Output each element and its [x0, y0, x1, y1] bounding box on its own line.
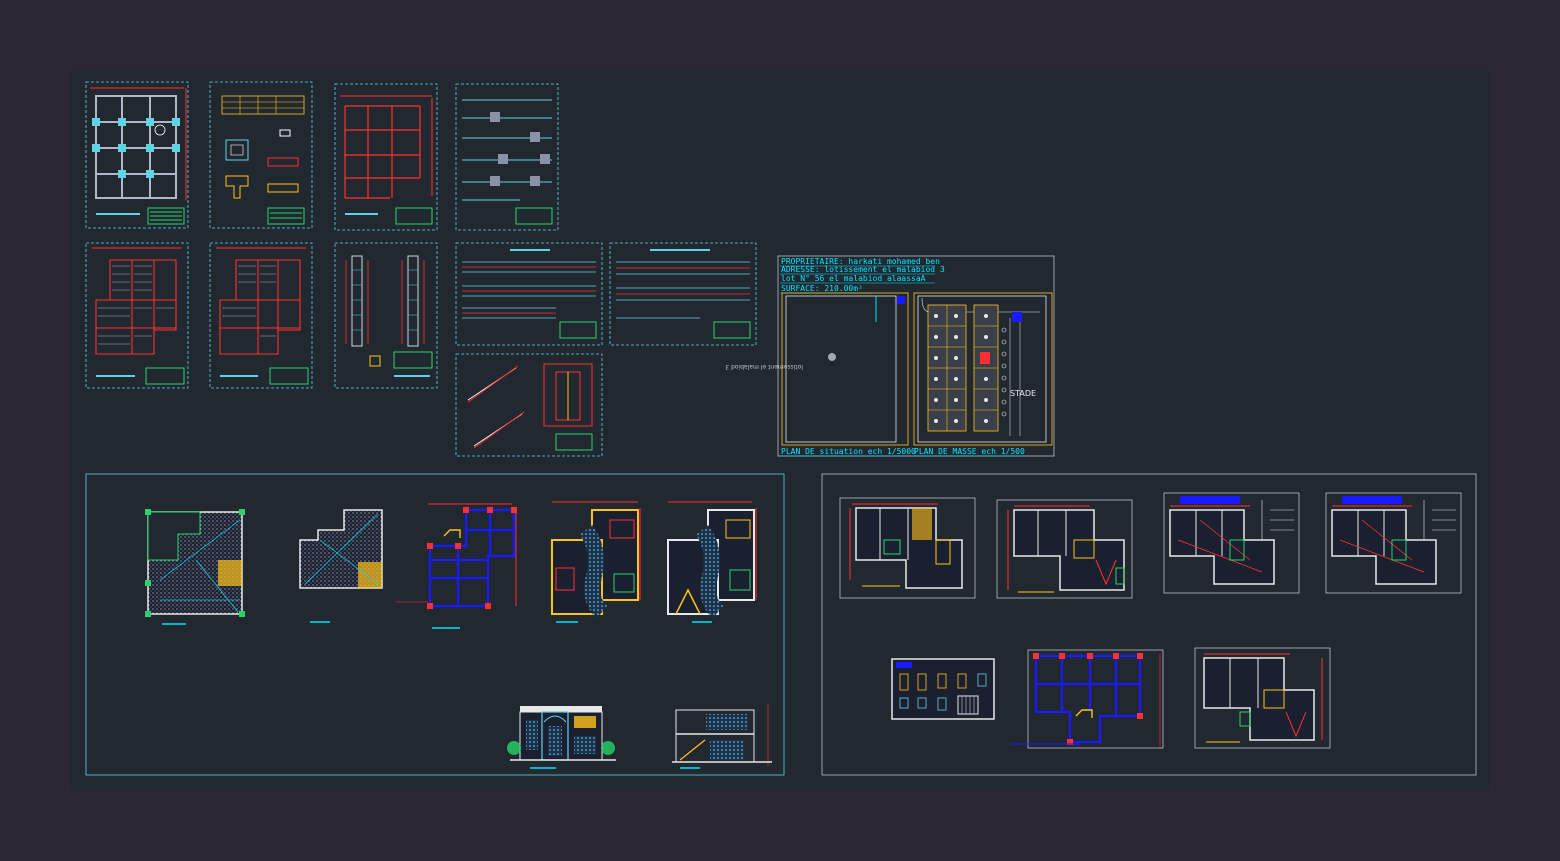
sheet-slab-plan-2[interactable] [209, 242, 313, 389]
variant-plan-4[interactable] [1325, 492, 1462, 594]
mirrored-note: lotissement el malabiod 3 [725, 363, 803, 370]
address-line: ADRESSE: lotissement el malabiod 3 [781, 265, 945, 274]
situation-plan[interactable]: lotissement el malabiod 3 PLAN DE situat… [725, 292, 916, 457]
architectural-layout[interactable] [85, 473, 785, 776]
sheet-slab-plan-1[interactable] [85, 242, 189, 389]
sheet-beam-schedule[interactable] [455, 242, 603, 346]
sheet-beam-details[interactable] [455, 83, 559, 231]
variant-plan-1[interactable] [839, 497, 976, 599]
location-marker-icon [828, 353, 836, 361]
foundation-plan-view[interactable] [396, 503, 517, 629]
section-view[interactable] [672, 704, 772, 769]
ground-floor-plan[interactable] [551, 501, 641, 623]
variant-foundation-plan[interactable] [1010, 649, 1164, 749]
sheet-foundation-plan[interactable] [85, 81, 189, 229]
sheet-stair-details[interactable] [455, 353, 603, 457]
variant-plan-3[interactable] [1163, 492, 1300, 594]
lot-line: lot N° 56 el malabiod alaassaA [781, 274, 926, 283]
front-elevation[interactable] [507, 706, 616, 769]
masse-caption: PLAN DE MASSE ech 1/500 [914, 447, 1025, 456]
masse-plan[interactable]: STADE PLAN DE MASSE ech 1/500 [912, 292, 1053, 457]
sheet-footing-details[interactable] [209, 81, 313, 229]
site-plan-sheet[interactable]: PROPRIETAIRE: harkati mohamed ben ADRESS… [725, 255, 1055, 457]
roof-plan-2[interactable] [299, 509, 383, 623]
surface-line: SURFACE: 210.00m² [781, 284, 863, 293]
variant-plan-5[interactable] [1194, 647, 1331, 749]
cad-drawing[interactable]: PROPRIETAIRE: harkati mohamed ben ADRESS… [0, 0, 1560, 861]
sheet-column-grid[interactable] [334, 83, 438, 231]
sheet-lintel-schedule[interactable] [609, 242, 757, 346]
door-window-schedule[interactable] [891, 658, 995, 720]
situation-caption: PLAN DE situation ech 1/5000 [781, 447, 916, 456]
plan-variants-layout[interactable] [821, 473, 1477, 776]
variant-plan-2[interactable] [996, 499, 1133, 599]
stadium-label: STADE [1010, 389, 1036, 398]
first-floor-plan[interactable] [667, 501, 757, 623]
roof-plan-1[interactable] [145, 509, 245, 625]
sheet-column-sections[interactable] [334, 242, 438, 389]
